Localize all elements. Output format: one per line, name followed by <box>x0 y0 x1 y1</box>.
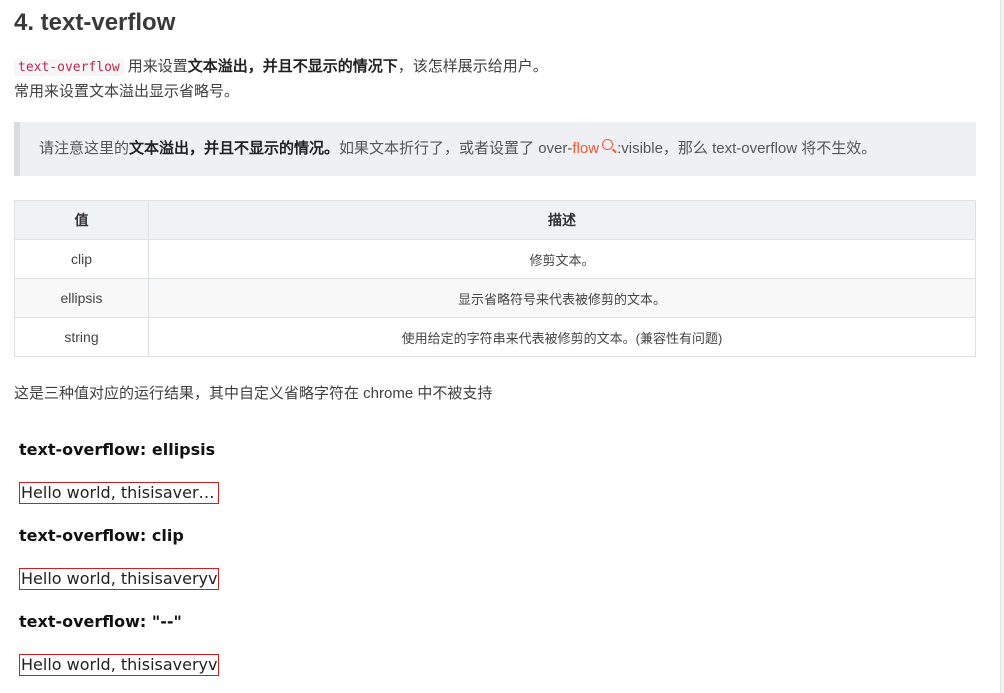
section-heading: 4. text-verflow <box>14 9 176 36</box>
header-description: 描述 <box>148 200 976 240</box>
keyword-search-link[interactable]: flow <box>572 140 599 157</box>
note-middle: 如果文本折行了，或者设置了 over- <box>339 140 573 157</box>
demo-box-ellipsis: Hello world, thisisaveryverylongwordthat… <box>19 482 219 504</box>
note-blockquote: 请注意这里的文本溢出，并且不显示的情况。如果文本折行了，或者设置了 over-f… <box>14 122 976 176</box>
table-header-row: 值 描述 <box>14 200 976 240</box>
scrollbar[interactable] <box>1000 0 1004 693</box>
note-suffix: :visible，那么 text-overflow 将不生效。 <box>617 140 877 157</box>
header-value: 值 <box>14 200 149 240</box>
cell-description: 修剪文本。 <box>148 239 976 279</box>
cell-value: string <box>14 317 149 357</box>
search-icon[interactable] <box>602 139 614 150</box>
intro-bold: 文本溢出，并且不显示的情况下 <box>187 58 398 75</box>
intro-text-after: ，该怎样展示给用户。 <box>397 58 548 75</box>
cell-value: ellipsis <box>14 278 149 318</box>
demo-box-clip: Hello world, thisisaveryverylongwordthat… <box>19 568 219 590</box>
table-row: clip 修剪文本。 <box>14 239 976 279</box>
demo-box-string: Hello world, thisisaveryverylongwordthat… <box>19 654 219 676</box>
note-bold: 文本溢出，并且不显示的情况。 <box>129 140 340 157</box>
summary-text: 这是三种值对应的运行结果，其中自定义省略字符在 chrome 中不被支持 <box>14 385 493 402</box>
intro-text-before: 用来设置 <box>127 58 188 75</box>
table-row: ellipsis 显示省略符号来代表被修剪的文本。 <box>14 278 976 318</box>
intro-line-2: 常用来设置文本溢出显示省略号。 <box>14 83 240 100</box>
inline-code: text-overflow <box>14 59 124 76</box>
table-row: string 使用给定的字符串来代表被修剪的文本。(兼容性有问题) <box>14 317 976 357</box>
note-prefix: 请注意这里的 <box>39 140 130 157</box>
demo-label-clip: text-overflow: clip <box>19 526 184 545</box>
intro-paragraph: text-overflow 用来设置文本溢出，并且不显示的情况下，该怎样展示给用户… <box>14 55 548 104</box>
intro-line-1: text-overflow 用来设置文本溢出，并且不显示的情况下，该怎样展示给用户… <box>14 55 548 80</box>
cell-description: 使用给定的字符串来代表被修剪的文本。(兼容性有问题) <box>148 317 976 357</box>
cell-value: clip <box>14 239 149 279</box>
values-table: 值 描述 clip 修剪文本。 ellipsis 显示省略符号来代表被修剪的文本… <box>14 200 976 357</box>
cell-description: 显示省略符号来代表被修剪的文本。 <box>148 278 976 318</box>
demo-label-string: text-overflow: "--" <box>19 612 182 631</box>
demo-label-ellipsis: text-overflow: ellipsis <box>19 440 216 459</box>
